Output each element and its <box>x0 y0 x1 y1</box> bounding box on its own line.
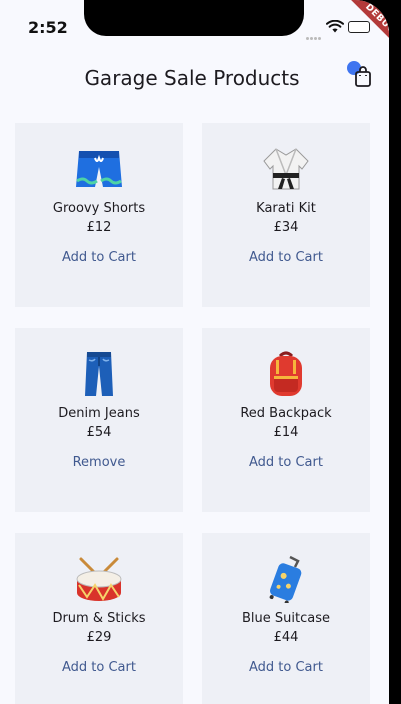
product-card: Blue Suitcase £44 Add to Cart <box>202 533 370 704</box>
product-card: Karati Kit £34 Add to Cart <box>202 123 370 307</box>
product-price: £29 <box>86 630 112 645</box>
shopping-bag-icon <box>355 66 371 87</box>
camera-notch <box>84 0 304 36</box>
remove-button[interactable]: Remove <box>49 452 149 474</box>
jeans-icon <box>15 350 183 398</box>
product-card: Groovy Shorts £12 Add to Cart <box>15 123 183 307</box>
product-name: Blue Suitcase <box>242 611 330 626</box>
product-card: Denim Jeans £54 Remove <box>15 328 183 512</box>
backpack-icon <box>202 350 370 398</box>
martial-arts-uniform-icon <box>202 145 370 193</box>
status-time: 2:52 <box>28 18 68 37</box>
wifi-icon <box>326 20 344 33</box>
status-bar: 2:52 <box>0 0 389 50</box>
product-name: Groovy Shorts <box>52 201 146 216</box>
add-to-cart-button[interactable]: Add to Cart <box>49 657 149 679</box>
product-grid: Groovy Shorts £12 Add to Cart Karati Kit… <box>15 123 370 704</box>
add-to-cart-button[interactable]: Add to Cart <box>236 247 336 269</box>
product-price: £44 <box>273 630 299 645</box>
app-bar: Garage Sale Products <box>0 52 389 104</box>
shorts-icon <box>15 145 183 193</box>
add-to-cart-button[interactable]: Add to Cart <box>49 247 149 269</box>
suitcase-icon <box>202 555 370 603</box>
battery-icon <box>348 21 370 33</box>
product-name: Karati Kit <box>256 201 316 216</box>
product-price: £12 <box>86 220 112 235</box>
phone-screen: 2:52 DEBUG Garage Sale Products Groovy S… <box>0 0 389 704</box>
cellular-signal-icon <box>306 25 324 40</box>
cart-button[interactable] <box>344 60 380 96</box>
drum-icon <box>15 555 183 603</box>
product-card: Drum & Sticks £29 Add to Cart <box>15 533 183 704</box>
product-name: Denim Jeans <box>58 406 140 421</box>
product-name: Drum & Sticks <box>52 611 146 626</box>
add-to-cart-button[interactable]: Add to Cart <box>236 452 336 474</box>
add-to-cart-button[interactable]: Add to Cart <box>236 657 336 679</box>
product-price: £14 <box>273 425 299 440</box>
page-title: Garage Sale Products <box>84 66 300 90</box>
product-price: £34 <box>273 220 299 235</box>
product-price: £54 <box>86 425 112 440</box>
product-name: Red Backpack <box>240 406 332 421</box>
product-card: Red Backpack £14 Add to Cart <box>202 328 370 512</box>
